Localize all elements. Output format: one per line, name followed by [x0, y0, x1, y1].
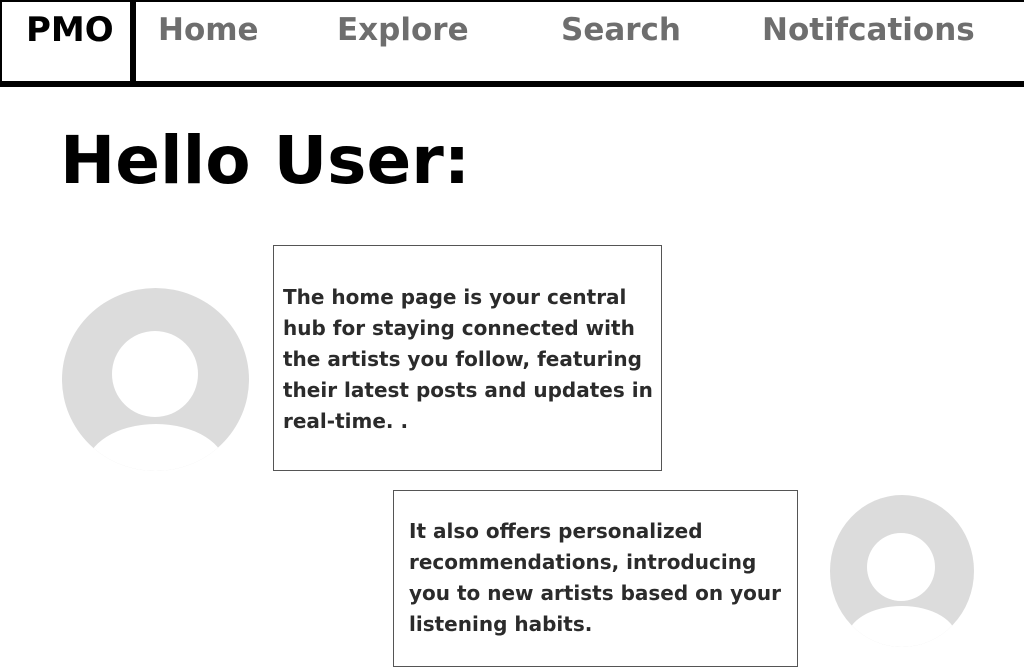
- avatar-head: [867, 533, 935, 601]
- info-card: The home page is your central hub for st…: [273, 245, 662, 471]
- avatar-body: [847, 606, 957, 647]
- nav-link-search[interactable]: Search: [561, 12, 681, 48]
- avatar-head: [112, 331, 198, 417]
- page-title: Hello User:: [60, 122, 471, 199]
- nav-link-notifications[interactable]: Notifcations: [762, 12, 975, 48]
- brand-label: PMO: [26, 10, 114, 50]
- info-card: It also offers personalized recommendati…: [393, 490, 798, 667]
- brand-logo[interactable]: PMO: [2, 2, 136, 81]
- info-card-text: The home page is your central hub for st…: [283, 285, 653, 433]
- nav-link-explore[interactable]: Explore: [337, 12, 469, 48]
- user-placeholder-icon: [830, 495, 974, 647]
- info-card-text: It also offers personalized recommendati…: [409, 519, 781, 636]
- top-navbar: PMO Home Explore Search Notifcations: [0, 0, 1024, 87]
- nav-link-home[interactable]: Home: [158, 12, 259, 48]
- user-placeholder-icon: [62, 288, 249, 471]
- avatar-body: [86, 424, 226, 471]
